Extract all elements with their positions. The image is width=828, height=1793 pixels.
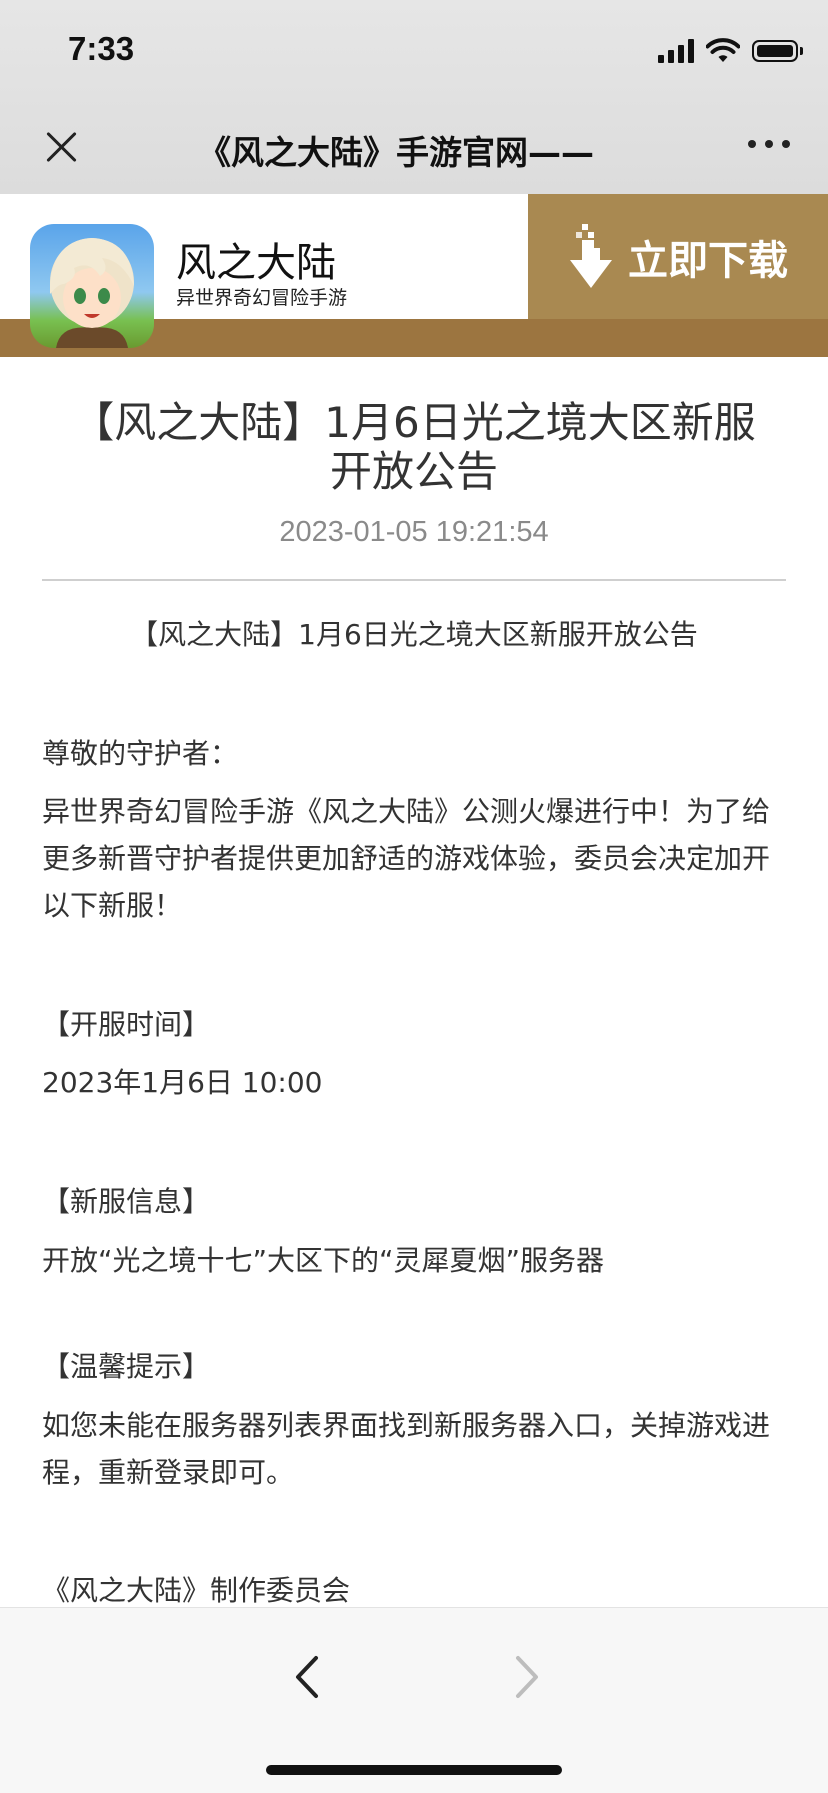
- download-button[interactable]: 立即下载: [528, 194, 828, 319]
- wifi-icon: [706, 38, 740, 62]
- open-time-label: 【开服时间】: [42, 1008, 211, 1041]
- page-title: 《风之大陆》手游官网——: [198, 133, 594, 172]
- server-info: 开放“光之境十七”大区下的“灵犀夏烟”服务器: [42, 1244, 605, 1277]
- greeting: 尊敬的守护者：: [42, 737, 239, 770]
- status-icons: [658, 36, 803, 66]
- top-bar: 7:33 《风之大陆》手游官网——: [0, 0, 828, 194]
- chevron-left-icon[interactable]: [288, 1654, 328, 1700]
- article-date: 2023-01-05 19:21:54: [279, 516, 549, 548]
- tips-paragraph: 如您未能在服务器列表界面找到新服务器入口，关掉游戏进程，重新登录即可。: [42, 1409, 771, 1489]
- download-label: 立即下载: [628, 236, 788, 284]
- character-avatar-icon: [50, 238, 134, 348]
- article-title: 【风之大陆】1月6日光之境大区新服开放公告: [72, 398, 756, 496]
- app-icon[interactable]: [30, 224, 154, 348]
- article-heading: 【风之大陆】1月6日光之境大区新服开放公告: [130, 618, 698, 651]
- app-download-banner[interactable]: 风之大陆 异世界奇幻冒险手游 立即下载: [0, 194, 828, 357]
- status-time: 7:33: [68, 30, 135, 67]
- open-time: 2023年1月6日 10:00: [42, 1066, 323, 1099]
- chevron-right-icon[interactable]: [506, 1654, 546, 1700]
- divider: [42, 579, 786, 581]
- download-arrow-icon: [570, 223, 612, 288]
- intro-paragraph: 异世界奇幻冒险手游《风之大陆》公测火爆进行中！为了给更多新晋守护者提供更加舒适的…: [42, 795, 771, 922]
- more-options-icon[interactable]: [748, 140, 790, 148]
- app-name: 风之大陆: [176, 240, 336, 286]
- tips-label: 【温馨提示】: [42, 1350, 211, 1383]
- bottom-toolbar: [0, 1607, 828, 1793]
- close-icon[interactable]: [40, 125, 84, 169]
- cellular-signal-icon: [658, 39, 694, 63]
- home-indicator: [266, 1765, 562, 1775]
- server-info-label: 【新服信息】: [42, 1185, 211, 1218]
- battery-icon: [752, 40, 803, 62]
- app-subtitle: 异世界奇幻冒险手游: [176, 287, 348, 309]
